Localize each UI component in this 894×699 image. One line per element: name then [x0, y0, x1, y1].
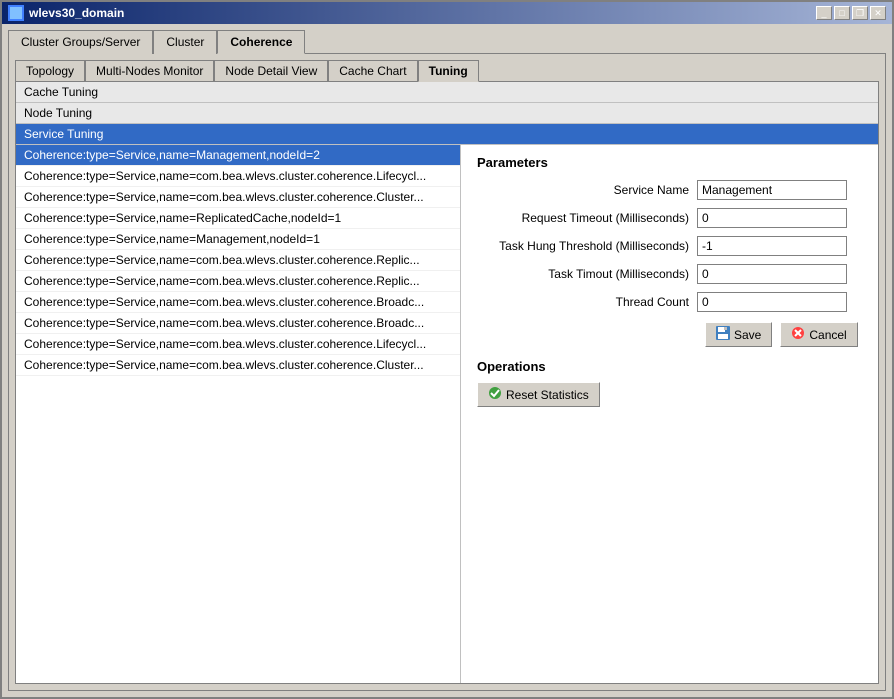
tab-topology[interactable]: Topology	[15, 60, 85, 82]
list-item[interactable]: Coherence:type=Service,name=Management,n…	[16, 229, 460, 250]
save-button[interactable]: Save	[705, 322, 772, 347]
tab-cluster-groups[interactable]: Cluster Groups/Server	[8, 30, 153, 54]
list-item[interactable]: Coherence:type=Service,name=com.bea.wlev…	[16, 250, 460, 271]
param-label-task-hung: Task Hung Threshold (Milliseconds)	[477, 239, 697, 253]
cancel-icon	[791, 326, 805, 343]
list-item[interactable]: Coherence:type=Service,name=com.bea.wlev…	[16, 355, 460, 376]
list-item[interactable]: Coherence:type=Service,name=com.bea.wlev…	[16, 187, 460, 208]
save-icon	[716, 326, 730, 343]
param-label-request-timeout: Request Timeout (Milliseconds)	[477, 211, 697, 225]
service-list[interactable]: Coherence:type=Service,name=Management,n…	[16, 145, 461, 683]
param-request-timeout: Request Timeout (Milliseconds)	[477, 208, 862, 228]
tab-node-detail[interactable]: Node Detail View	[214, 60, 328, 82]
input-task-hung[interactable]	[697, 236, 847, 256]
inner-tabs: Topology Multi-Nodes Monitor Node Detail…	[15, 60, 879, 82]
tab-cluster[interactable]: Cluster	[153, 30, 217, 54]
tab-multi-nodes[interactable]: Multi-Nodes Monitor	[85, 60, 214, 82]
main-window: wlevs30_domain _ □ ❐ ✕ Cluster Groups/Se…	[0, 0, 894, 699]
param-service-name: Service Name	[477, 180, 862, 200]
window-title: wlevs30_domain	[29, 6, 124, 20]
list-item[interactable]: Coherence:type=Service,name=com.bea.wlev…	[16, 334, 460, 355]
section-node-tuning[interactable]: Node Tuning	[16, 103, 878, 124]
parameters-panel: Parameters Service Name Request Timeout …	[461, 145, 878, 683]
input-request-timeout[interactable]	[697, 208, 847, 228]
top-tabs: Cluster Groups/Server Cluster Coherence	[8, 30, 886, 54]
tab-tuning[interactable]: Tuning	[418, 60, 479, 82]
param-thread-count: Thread Count	[477, 292, 862, 312]
input-thread-count[interactable]	[697, 292, 847, 312]
list-item[interactable]: Coherence:type=Service,name=com.bea.wlev…	[16, 166, 460, 187]
section-cache-tuning[interactable]: Cache Tuning	[16, 82, 878, 103]
list-item[interactable]: Coherence:type=Service,name=ReplicatedCa…	[16, 208, 460, 229]
list-item[interactable]: Coherence:type=Service,name=Management,n…	[16, 145, 460, 166]
title-bar-left: wlevs30_domain	[8, 5, 124, 21]
reset-statistics-button[interactable]: Reset Statistics	[477, 382, 600, 407]
list-item[interactable]: Coherence:type=Service,name=com.bea.wlev…	[16, 271, 460, 292]
restore-button[interactable]: ❐	[852, 6, 868, 20]
minimize-button[interactable]: _	[816, 6, 832, 20]
action-buttons: Save Cancel	[705, 322, 862, 347]
cancel-button[interactable]: Cancel	[780, 322, 857, 347]
main-panel: Topology Multi-Nodes Monitor Node Detail…	[8, 53, 886, 691]
param-label-thread-count: Thread Count	[477, 295, 697, 309]
list-item[interactable]: Coherence:type=Service,name=com.bea.wlev…	[16, 313, 460, 334]
app-icon	[8, 5, 24, 21]
tab-coherence[interactable]: Coherence	[217, 30, 305, 54]
input-task-timeout[interactable]	[697, 264, 847, 284]
title-buttons: _ □ ❐ ✕	[816, 6, 886, 20]
title-bar: wlevs30_domain _ □ ❐ ✕	[2, 2, 892, 24]
param-label-service-name: Service Name	[477, 183, 697, 197]
section-service-tuning[interactable]: Service Tuning	[16, 124, 878, 145]
content-area: Coherence:type=Service,name=Management,n…	[16, 145, 878, 683]
list-item[interactable]: Coherence:type=Service,name=com.bea.wlev…	[16, 292, 460, 313]
param-task-timeout: Task Timout (Milliseconds)	[477, 264, 862, 284]
tab-cache-chart[interactable]: Cache Chart	[328, 60, 417, 82]
param-task-hung: Task Hung Threshold (Milliseconds)	[477, 236, 862, 256]
param-label-task-timeout: Task Timout (Milliseconds)	[477, 267, 697, 281]
operations-row: Reset Statistics	[477, 382, 862, 407]
inner-panel: Cache Tuning Node Tuning Service Tuning …	[15, 81, 879, 684]
operations-title: Operations	[477, 359, 862, 374]
parameters-title: Parameters	[477, 155, 862, 170]
window-body: Cluster Groups/Server Cluster Coherence …	[2, 24, 892, 697]
input-service-name[interactable]	[697, 180, 847, 200]
close-button[interactable]: ✕	[870, 6, 886, 20]
maximize-button[interactable]: □	[834, 6, 850, 20]
check-icon	[488, 386, 502, 403]
